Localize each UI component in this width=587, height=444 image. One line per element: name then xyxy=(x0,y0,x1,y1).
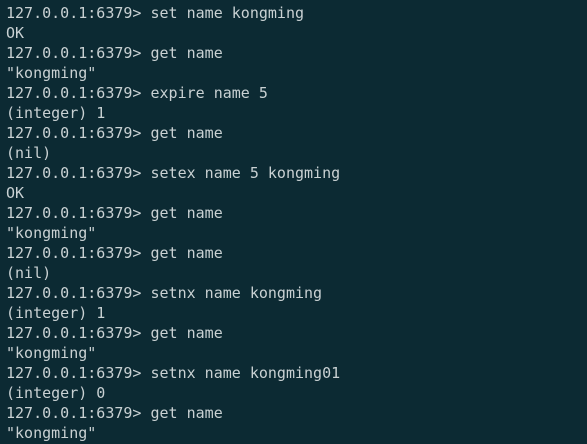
terminal-command: setnx name kongming01 xyxy=(150,364,341,382)
terminal-command: get name xyxy=(150,244,223,262)
terminal-prompt: 127.0.0.1:6379> xyxy=(6,124,151,142)
terminal-command: setnx name kongming xyxy=(150,284,323,302)
terminal-output: (integer) 1 xyxy=(6,104,106,122)
terminal-line-output: "kongming" xyxy=(6,223,587,243)
terminal-output: "kongming" xyxy=(6,224,97,242)
terminal-output: (integer) 0 xyxy=(6,384,106,402)
terminal-output: "kongming" xyxy=(6,64,97,82)
terminal-prompt: 127.0.0.1:6379> xyxy=(6,164,151,182)
terminal-command: setex name 5 kongming xyxy=(150,164,341,182)
terminal-command: get name xyxy=(150,124,223,142)
terminal-prompt: 127.0.0.1:6379> xyxy=(6,404,151,422)
terminal-window[interactable]: 127.0.0.1:6379> set name kongming OK 127… xyxy=(0,0,587,444)
terminal-line-output: "kongming" xyxy=(6,423,587,443)
terminal-line-input: 127.0.0.1:6379> get name xyxy=(6,243,587,263)
terminal-command: get name xyxy=(150,404,223,422)
terminal-prompt: 127.0.0.1:6379> xyxy=(6,4,151,22)
terminal-line-output: "kongming" xyxy=(6,343,587,363)
terminal-line-input: 127.0.0.1:6379> get name xyxy=(6,403,587,423)
terminal-prompt: 127.0.0.1:6379> xyxy=(6,244,151,262)
terminal-command: expire name 5 xyxy=(150,84,268,102)
terminal-line-input: 127.0.0.1:6379> expire name 5 xyxy=(6,83,587,103)
terminal-output: (integer) 1 xyxy=(6,304,106,322)
terminal-line-output: "kongming" xyxy=(6,63,587,83)
terminal-line-input: 127.0.0.1:6379> get name xyxy=(6,123,587,143)
terminal-command: get name xyxy=(150,44,223,62)
terminal-line-input: 127.0.0.1:6379> setex name 5 kongming xyxy=(6,163,587,183)
terminal-line-input: 127.0.0.1:6379> get name xyxy=(6,323,587,343)
terminal-prompt: 127.0.0.1:6379> xyxy=(6,324,151,342)
terminal-command: get name xyxy=(150,204,223,222)
terminal-output: OK xyxy=(6,24,25,42)
terminal-line-output: (integer) 1 xyxy=(6,303,587,323)
terminal-prompt: 127.0.0.1:6379> xyxy=(6,44,151,62)
terminal-line-input: 127.0.0.1:6379> setnx name kongming01 xyxy=(6,363,587,383)
terminal-line-output: OK xyxy=(6,183,587,203)
terminal-prompt: 127.0.0.1:6379> xyxy=(6,284,151,302)
terminal-prompt: 127.0.0.1:6379> xyxy=(6,84,151,102)
terminal-line-input: 127.0.0.1:6379> get name xyxy=(6,43,587,63)
terminal-command: set name kongming xyxy=(150,4,305,22)
terminal-line-output: (nil) xyxy=(6,263,587,283)
terminal-output: "kongming" xyxy=(6,424,97,442)
terminal-prompt: 127.0.0.1:6379> xyxy=(6,204,151,222)
terminal-line-input: 127.0.0.1:6379> get name xyxy=(6,203,587,223)
terminal-line-input: 127.0.0.1:6379> setnx name kongming xyxy=(6,283,587,303)
terminal-output: (nil) xyxy=(6,144,52,162)
terminal-output: "kongming" xyxy=(6,344,97,362)
terminal-output: (nil) xyxy=(6,264,52,282)
terminal-command: get name xyxy=(150,324,223,342)
terminal-line-output: (integer) 0 xyxy=(6,383,587,403)
terminal-line-output: OK xyxy=(6,23,587,43)
terminal-line-output: (nil) xyxy=(6,143,587,163)
terminal-output: OK xyxy=(6,184,25,202)
terminal-prompt: 127.0.0.1:6379> xyxy=(6,364,151,382)
terminal-line-input: 127.0.0.1:6379> set name kongming xyxy=(6,3,587,23)
terminal-line-output: (integer) 1 xyxy=(6,103,587,123)
